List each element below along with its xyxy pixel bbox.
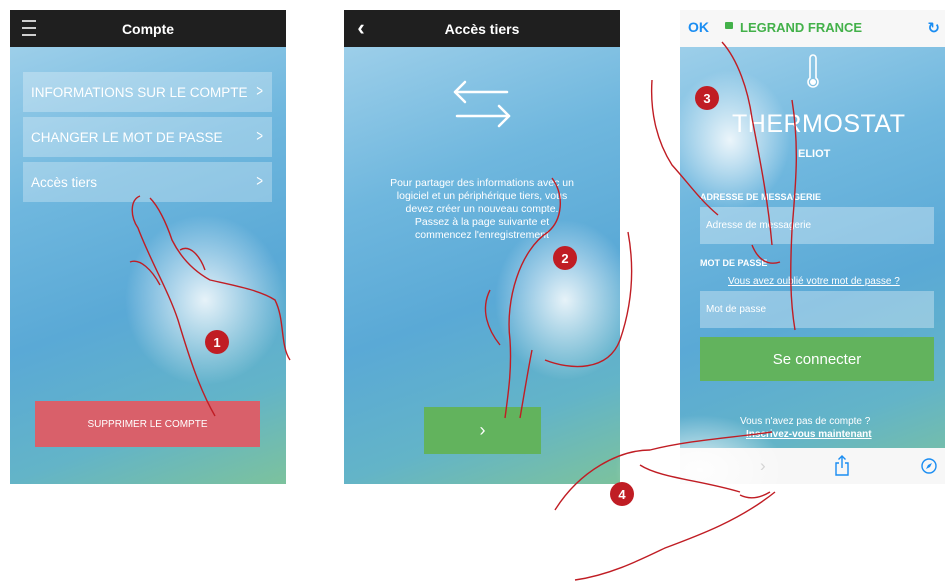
step-badge-4: 4 bbox=[610, 482, 634, 506]
step-badge-2: 2 bbox=[553, 246, 577, 270]
hand-pointer-1-icon bbox=[125, 195, 291, 417]
hand-illustrations bbox=[125, 41, 798, 581]
hand-pointer-2-icon bbox=[484, 177, 635, 419]
step-badge-3: 3 bbox=[695, 86, 719, 110]
step-badge-1: 1 bbox=[205, 330, 229, 354]
hand-pointer-3-icon bbox=[650, 41, 798, 331]
hand-pointer-4-icon bbox=[554, 415, 785, 581]
